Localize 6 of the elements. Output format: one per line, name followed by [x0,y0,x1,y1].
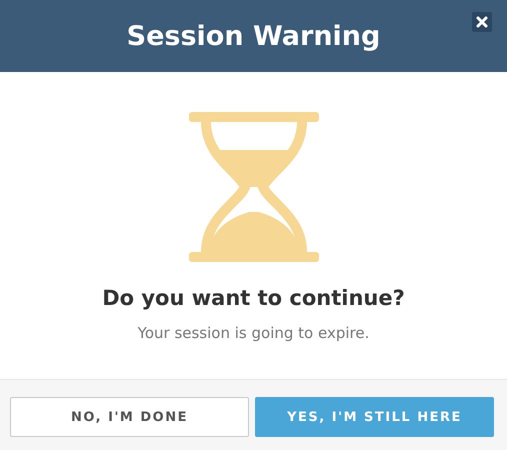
dialog-message: Your session is going to expire. [138,323,370,343]
dialog-title: Session Warning [126,20,380,52]
dialog-heading: Do you want to continue? [102,285,405,312]
close-button[interactable] [472,12,492,32]
close-icon [476,16,488,28]
decline-button[interactable]: NO, I'M DONE [10,397,249,437]
